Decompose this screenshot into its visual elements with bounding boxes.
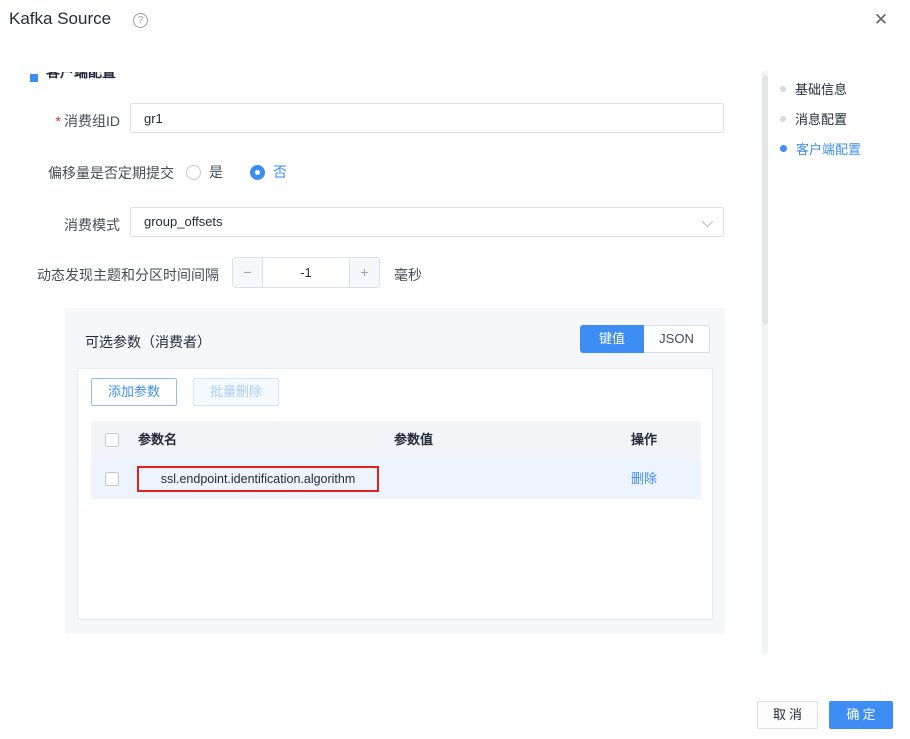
nav-item-basic-info[interactable]: 基础信息 [780, 80, 861, 97]
param-name-cell: ssl.endpoint.identification.algorithm [161, 472, 356, 486]
consumer-group-label: *消费组ID [0, 111, 120, 131]
anchor-nav: 基础信息 消息配置 客户端配置 [780, 80, 861, 170]
optional-params-panel: 可选参数（消费者） 键值 JSON 添加参数 批量删除 参数名 参数值 操作 [65, 308, 725, 634]
radio-option-yes[interactable]: 是 [186, 162, 223, 182]
kafka-source-dialog: Kafka Source ? ✕ 客户端配置 *消费组ID 偏移量是否定期提交 … [0, 0, 910, 739]
view-toggle: 键值 JSON [580, 325, 710, 353]
radio-option-label: 否 [273, 162, 287, 182]
table-row: ssl.endpoint.identification.algorithm 删除 [91, 459, 701, 499]
stepper-plus-button[interactable]: + [349, 258, 379, 287]
discovery-interval-input[interactable] [263, 258, 349, 287]
params-table-container: 添加参数 批量删除 参数名 参数值 操作 ssl.endpoint.identi… [77, 368, 713, 620]
nav-dot-icon [780, 116, 786, 122]
consumer-group-input[interactable] [130, 103, 724, 133]
offset-commit-label: 偏移量是否定期提交 [48, 163, 174, 183]
optional-params-title: 可选参数（消费者） [85, 332, 211, 352]
confirm-button[interactable]: 确定 [829, 701, 893, 729]
radio-icon[interactable] [186, 165, 201, 180]
section-title-client-config: 客户端配置 [46, 72, 116, 82]
select-all-checkbox[interactable] [105, 433, 119, 447]
toggle-json-button[interactable]: JSON [644, 325, 710, 353]
annotation-highlight-box: ssl.endpoint.identification.algorithm [137, 466, 379, 492]
nav-dot-icon [780, 86, 786, 92]
nav-item-client-config[interactable]: 客户端配置 [780, 140, 861, 157]
discovery-interval-unit: 毫秒 [394, 265, 422, 285]
params-table: 参数名 参数值 操作 ssl.endpoint.identification.a… [91, 421, 701, 499]
section-bullet [30, 74, 38, 82]
nav-item-message-config[interactable]: 消息配置 [780, 110, 861, 127]
cancel-button[interactable]: 取消 [757, 701, 818, 729]
close-icon[interactable]: ✕ [869, 8, 893, 32]
consume-mode-value: group_offsets [144, 214, 223, 229]
required-marker: * [56, 113, 61, 129]
chevron-down-icon [702, 216, 713, 227]
radio-icon-selected[interactable] [250, 165, 265, 180]
table-header-row: 参数名 参数值 操作 [91, 421, 701, 459]
add-param-button[interactable]: 添加参数 [91, 378, 177, 406]
help-icon[interactable]: ? [133, 13, 148, 28]
consume-mode-select[interactable]: group_offsets [130, 207, 724, 237]
radio-option-no[interactable]: 否 [250, 162, 287, 182]
batch-delete-button[interactable]: 批量删除 [193, 378, 279, 406]
radio-option-label: 是 [209, 162, 223, 182]
column-header-action: 操作 [631, 421, 657, 459]
scrollbar-thumb[interactable] [762, 75, 768, 325]
dialog-title: Kafka Source [9, 9, 111, 29]
discovery-interval-stepper: − + [232, 257, 380, 288]
column-header-name: 参数名 [138, 421, 177, 459]
vertical-scrollbar[interactable] [762, 70, 768, 655]
column-header-value: 参数值 [394, 421, 433, 459]
consume-mode-label: 消费模式 [0, 215, 120, 235]
form-scroll-area: 客户端配置 *消费组ID 偏移量是否定期提交 是 否 消费模式 group_of… [0, 72, 760, 655]
discovery-interval-label: 动态发现主题和分区时间间隔 [37, 265, 219, 285]
row-checkbox[interactable] [105, 472, 119, 486]
stepper-minus-button[interactable]: − [233, 258, 263, 287]
delete-row-link[interactable]: 删除 [631, 459, 657, 499]
nav-dot-icon [780, 145, 787, 152]
toggle-keyvalue-button[interactable]: 键值 [580, 325, 644, 353]
